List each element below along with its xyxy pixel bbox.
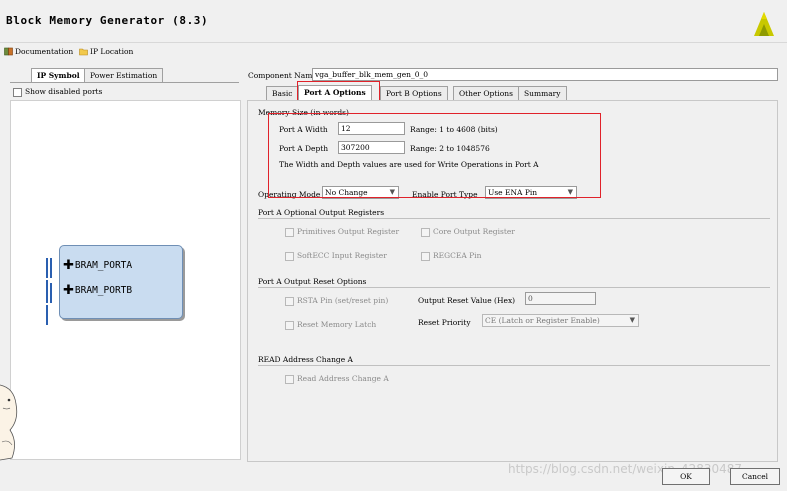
primitives-output-register-option[interactable]: Primitives Output Register (285, 227, 399, 237)
expand-plus-icon[interactable]: ✚ (63, 259, 74, 272)
show-disabled-ports-checkbox[interactable] (13, 87, 22, 97)
section-rule (258, 218, 770, 219)
book-icon (4, 47, 13, 56)
section-rule (258, 365, 770, 366)
memory-size-highlight-box (268, 113, 601, 198)
reset-memory-latch-checkbox[interactable] (285, 320, 294, 330)
show-disabled-ports-option[interactable]: Show disabled ports (13, 87, 102, 97)
tab-other-options[interactable]: Other Options (453, 86, 519, 100)
ip-symbol-block (59, 245, 183, 319)
reset-priority-value: CE (Latch or Register Enable) (485, 316, 600, 325)
primitives-output-register-label: Primitives Output Register (297, 227, 400, 236)
read-address-change-option[interactable]: Read Address Change A (285, 374, 389, 384)
cancel-button[interactable]: Cancel (730, 468, 780, 485)
bram-portb-label: BRAM_PORTB (74, 285, 133, 296)
regcea-pin-checkbox[interactable] (421, 251, 430, 261)
output-reset-value-label: Output Reset Value (Hex) (418, 296, 516, 305)
reset-memory-latch-option[interactable]: Reset Memory Latch (285, 320, 376, 330)
chevron-down-icon: ▼ (629, 316, 635, 324)
regcea-pin-option[interactable]: REGCEA Pin (421, 251, 481, 261)
output-reset-value-input[interactable]: 0 (525, 292, 596, 305)
documentation-label: Documentation (15, 47, 74, 56)
ip-location-label: IP Location (90, 47, 134, 56)
softecc-input-register-option[interactable]: SoftECC Input Register (285, 251, 387, 261)
ip-location-button[interactable]: IP Location (79, 47, 133, 56)
reset-priority-select[interactable]: CE (Latch or Register Enable) ▼ (482, 314, 639, 327)
core-output-register-option[interactable]: Core Output Register (421, 227, 515, 237)
ok-button[interactable]: OK (662, 468, 710, 485)
rsta-pin-option[interactable]: RSTA Pin (set/reset pin) (285, 296, 388, 306)
reset-priority-label: Reset Priority (418, 318, 471, 327)
left-tab-rule (10, 82, 239, 83)
bram-portb-bus-icon (46, 283, 56, 325)
component-name-label: Component Name (248, 71, 317, 80)
read-address-change-checkbox[interactable] (285, 374, 294, 384)
bram-porta-pin[interactable]: ✚ BRAM_PORTA (63, 259, 133, 272)
optional-output-registers-title: Port A Optional Output Registers (258, 208, 385, 217)
bram-porta-bus-icon (46, 258, 56, 300)
xilinx-logo-icon (754, 12, 774, 36)
bram-porta-label: BRAM_PORTA (74, 260, 133, 271)
output-reset-options-title: Port A Output Reset Options (258, 277, 367, 286)
tab-basic[interactable]: Basic (266, 86, 299, 100)
rsta-pin-checkbox[interactable] (285, 296, 294, 306)
window-title: Block Memory Generator (8.3) (6, 14, 209, 27)
documentation-button[interactable]: Documentation (4, 47, 73, 56)
cat-illustration (0, 384, 18, 461)
read-address-change-title: READ Address Change A (258, 355, 353, 364)
softecc-input-register-label: SoftECC Input Register (297, 251, 387, 260)
tab-summary[interactable]: Summary (518, 86, 567, 100)
show-disabled-ports-label: Show disabled ports (25, 87, 103, 96)
section-rule (258, 287, 770, 288)
softecc-input-register-checkbox[interactable] (285, 251, 294, 261)
tab-port-b-options[interactable]: Port B Options (380, 86, 448, 100)
tab-power-estimation[interactable]: Power Estimation (84, 68, 164, 82)
tab-ip-symbol[interactable]: IP Symbol (31, 68, 86, 83)
core-output-register-checkbox[interactable] (421, 227, 430, 237)
primitives-output-register-checkbox[interactable] (285, 227, 294, 237)
core-output-register-label: Core Output Register (433, 227, 515, 236)
rsta-pin-label: RSTA Pin (set/reset pin) (297, 296, 389, 305)
read-address-change-label: Read Address Change A (297, 374, 389, 383)
expand-plus-icon[interactable]: ✚ (63, 284, 74, 297)
bram-portb-pin[interactable]: ✚ BRAM_PORTB (63, 284, 133, 297)
regcea-pin-label: REGCEA Pin (433, 251, 482, 260)
component-name-input[interactable]: vga_buffer_blk_mem_gen_0_0 (312, 68, 778, 81)
title-separator (0, 42, 787, 43)
reset-memory-latch-label: Reset Memory Latch (297, 320, 377, 329)
folder-icon (79, 48, 88, 56)
